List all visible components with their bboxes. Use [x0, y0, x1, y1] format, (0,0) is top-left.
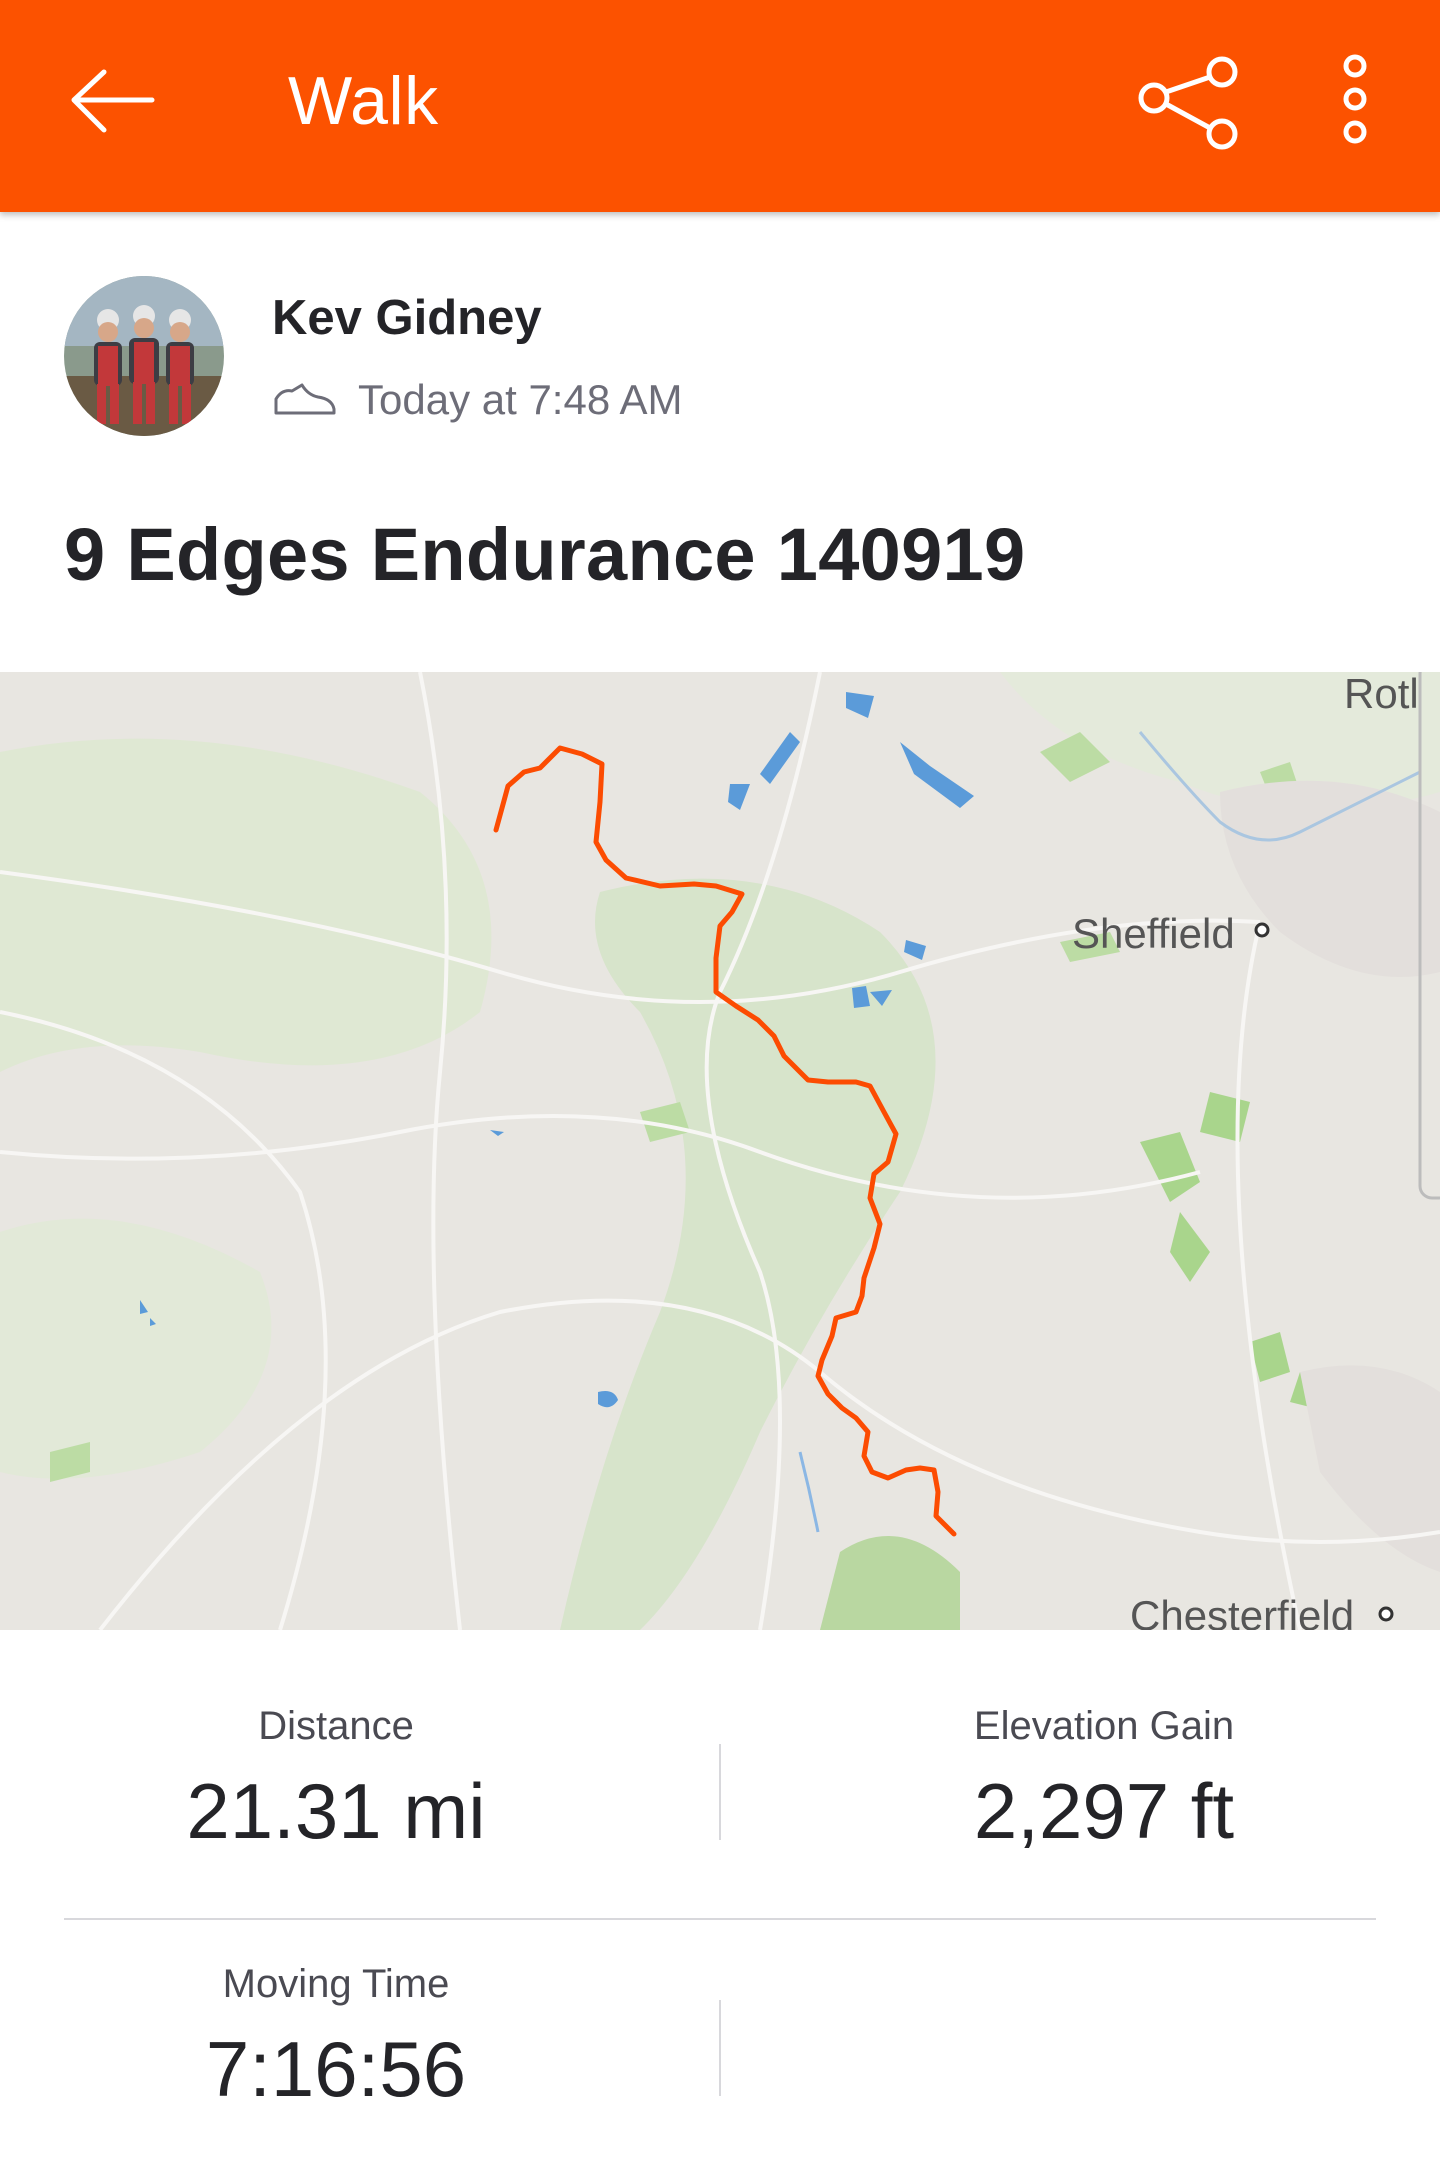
share-icon [1138, 56, 1238, 150]
stats-divider-vertical [719, 1744, 721, 1840]
map-label-chesterfield: Chesterfield [1130, 1592, 1354, 1630]
map-label-sheffield: Sheffield [1072, 910, 1235, 957]
activity-meta: Today at 7:48 AM [272, 372, 683, 428]
map-label-rotherham: Rotl [1344, 672, 1419, 717]
back-button[interactable] [54, 50, 166, 162]
sheffield-marker [1254, 922, 1270, 938]
avatar-photo [64, 276, 224, 436]
app-bar: Walk [0, 0, 1440, 212]
avatar[interactable] [64, 276, 224, 436]
route-map[interactable]: Sheffield Chesterfield Rotl [0, 672, 1440, 1630]
page-title: Walk [288, 63, 439, 139]
stat-label-distance: Distance [258, 1704, 414, 1748]
stats-divider-horizontal [64, 1918, 1376, 1920]
stat-value-distance: 21.31 mi [186, 1767, 486, 1855]
more-options-button[interactable] [1316, 50, 1394, 162]
stat-value-elevation-gain: 2,297 ft [973, 1767, 1235, 1855]
more-vert-icon [1343, 54, 1367, 144]
stat-label-elevation-gain: Elevation Gain [973, 1704, 1235, 1748]
chesterfield-marker [1378, 1606, 1394, 1622]
walking-shoe-icon [274, 383, 336, 415]
stats-divider-vertical-2 [719, 2000, 721, 2096]
stat-value-moving-time: 7:16:56 [205, 2025, 467, 2113]
back-arrow-icon [71, 69, 155, 133]
activity-title: 9 Edges Endurance 140919 [64, 513, 1026, 596]
athlete-name[interactable]: Kev Gidney [272, 290, 542, 346]
stat-label-moving-time: Moving Time [222, 1962, 450, 2006]
share-button[interactable] [1128, 46, 1246, 164]
activity-timestamp: Today at 7:48 AM [358, 376, 683, 423]
